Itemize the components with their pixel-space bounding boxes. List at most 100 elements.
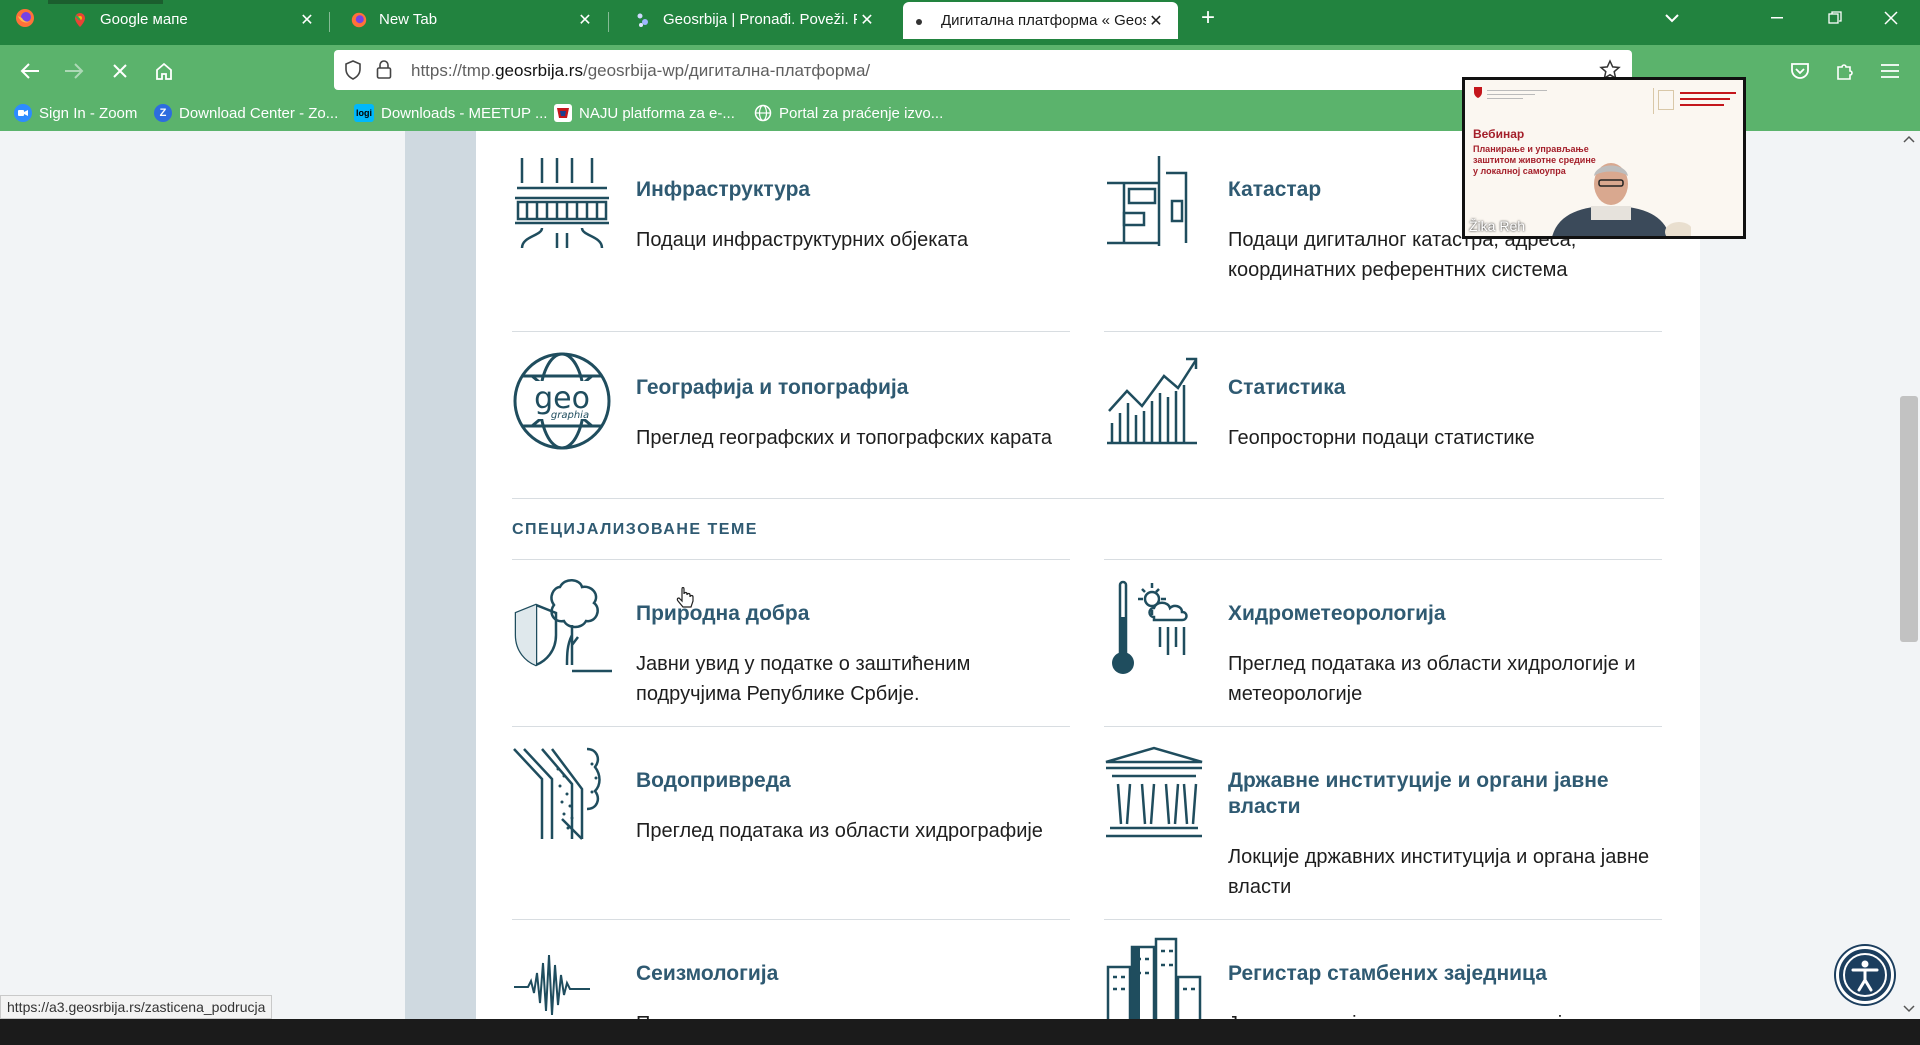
tree-shield-icon xyxy=(514,579,612,673)
card-housing-register[interactable]: Регистар стамбених заједница Јавни увид … xyxy=(1104,937,1664,1019)
card-infrastructure[interactable]: Инфраструктура Подаци инфраструктурних о… xyxy=(512,153,1072,293)
card-state-institutions[interactable]: Државне институције и органи јавне власт… xyxy=(1104,744,1664,914)
scroll-up-arrow-icon[interactable] xyxy=(1903,135,1915,143)
card-title[interactable]: Природна добра xyxy=(636,601,1066,627)
apartment-buildings-icon xyxy=(1106,937,1202,1019)
bookmark-meetup-downloads[interactable]: logi Downloads - MEETUP ... xyxy=(354,104,547,122)
close-window-button[interactable] xyxy=(1866,0,1916,36)
bookmark-portal[interactable]: Portal za praćenje izvo... xyxy=(754,104,943,122)
section-heading: СПЕЦИЈАЛИЗОВАНЕ ТЕМЕ xyxy=(512,521,758,538)
bookmark-zoom-download[interactable]: Z Download Center - Zo... xyxy=(154,104,338,122)
restore-button[interactable] xyxy=(1810,0,1860,36)
list-all-tabs-chevron-icon[interactable] xyxy=(1654,0,1690,36)
tab-geosrbija[interactable]: Geosrbija | Pronađi. Poveži. Prik ✕ xyxy=(625,0,887,39)
institution-building-icon xyxy=(1105,746,1203,838)
new-tab-button[interactable]: + xyxy=(1190,0,1226,36)
hamburger-menu-icon[interactable] xyxy=(1872,53,1908,89)
close-icon[interactable]: ✕ xyxy=(1146,11,1166,31)
card-title[interactable]: Географија и топографија xyxy=(636,375,1066,401)
firefox-menu-icon[interactable] xyxy=(15,8,35,28)
zoom-video-overlay[interactable]: Вебинар Планирање и управљање заштитом ж… xyxy=(1462,77,1746,239)
tab-separator xyxy=(608,12,609,32)
card-description: Подаци сеизмичких хазарда, xyxy=(636,1009,1076,1019)
geo-globe-icon: geo graphia xyxy=(513,352,611,450)
card-title[interactable]: Државне институције и органи јавне власт… xyxy=(1228,768,1658,820)
logi-icon: logi xyxy=(354,104,374,122)
card-title[interactable]: Регистар стамбених заједница xyxy=(1228,961,1658,987)
accessibility-button[interactable] xyxy=(1836,946,1894,1004)
card-hydrometeorology[interactable]: Хидрометеорологија Преглед података из о… xyxy=(1104,577,1664,717)
card-title[interactable]: Статистика xyxy=(1228,375,1658,401)
close-icon[interactable]: ✕ xyxy=(297,10,317,30)
pocket-icon[interactable] xyxy=(1782,53,1818,89)
cadastre-map-icon xyxy=(1107,156,1188,246)
presenter-video xyxy=(1552,163,1691,236)
address-bar[interactable]: https://tmp.geosrbija.rs/geosrbija-wp/ди… xyxy=(334,50,1632,90)
bookmark-label: Portal za praćenje izvo... xyxy=(779,104,944,122)
participant-name: Žika Reh xyxy=(1469,218,1526,234)
card-water-management[interactable]: Водопривреда Преглед података из области… xyxy=(512,744,1072,904)
zoom-icon xyxy=(14,104,32,122)
tab-title: Google мапе xyxy=(100,11,188,28)
slide-title: Вебинар xyxy=(1473,127,1525,141)
card-description: Преглед података из области хидрографије xyxy=(636,820,1043,842)
tab-separator xyxy=(329,12,330,32)
bookmark-label: Sign In - Zoom xyxy=(39,104,138,122)
divider xyxy=(1104,919,1662,920)
os-taskbar xyxy=(0,1019,1920,1045)
close-icon[interactable]: ✕ xyxy=(857,10,877,30)
accessibility-person-icon xyxy=(1843,953,1887,997)
divider xyxy=(512,498,1664,499)
card-title[interactable]: Инфраструктура xyxy=(636,177,1066,203)
back-button[interactable] xyxy=(12,53,48,89)
webinar-slide: Вебинар Планирање и управљање заштитом ж… xyxy=(1465,80,1743,236)
bookmark-zoom-signin[interactable]: Sign In - Zoom xyxy=(14,104,137,122)
statistics-chart-icon xyxy=(1107,357,1198,445)
infrastructure-icon xyxy=(515,158,609,249)
shield-icon[interactable] xyxy=(344,60,362,85)
scroll-down-arrow-icon[interactable] xyxy=(1903,1005,1915,1013)
slide-header-lines xyxy=(1487,88,1547,102)
stop-loading-button[interactable] xyxy=(102,53,138,89)
extensions-puzzle-icon[interactable] xyxy=(1827,53,1863,89)
divider xyxy=(512,559,1070,560)
card-description: Подаци инфраструктурних објеката xyxy=(636,229,969,251)
tab-google-maps[interactable]: Google мапе ✕ xyxy=(62,0,327,39)
tab-title: Дигитална платформа « Geosr xyxy=(941,12,1146,29)
home-button[interactable] xyxy=(146,53,182,89)
card-title[interactable]: Сеизмологија xyxy=(636,961,1066,987)
forward-button[interactable] xyxy=(56,53,92,89)
card-geography[interactable]: geo graphia Географија и топографија Пре… xyxy=(512,351,1072,491)
globe-icon xyxy=(754,104,772,122)
divider xyxy=(1104,559,1662,560)
card-description: Локције државних институција и органа ја… xyxy=(1228,846,1650,898)
card-natural-goods[interactable]: Природна добра Јавни увид у податке о за… xyxy=(512,577,1072,717)
page-viewport: Инфраструктура Подаци инфраструктурних о… xyxy=(0,131,1920,1019)
geo-logo-sub: graphia xyxy=(551,410,589,421)
url-text[interactable]: https://tmp.geosrbija.rs/geosrbija-wp/ди… xyxy=(411,61,870,81)
zoom-z-icon: Z xyxy=(154,104,172,122)
card-description: Јавни увид у јединствену евиденцију xyxy=(1228,1009,1668,1019)
tab-title: Geosrbija | Pronađi. Poveži. Prik xyxy=(663,11,857,28)
bookmark-naju[interactable]: NAJU platforma za e-... xyxy=(554,104,735,122)
bookmark-label: Downloads - MEETUP ... xyxy=(381,104,548,122)
scrollbar-thumb[interactable] xyxy=(1900,396,1918,642)
divider xyxy=(1104,331,1662,332)
geosrbija-icon xyxy=(635,12,651,28)
card-statistics[interactable]: Статистика Геопросторни подаци статистик… xyxy=(1104,351,1664,491)
tab-new-tab[interactable]: New Tab ✕ xyxy=(341,0,605,39)
tab-digital-platform[interactable]: Дигитална платформа « Geosr ✕ xyxy=(903,2,1178,39)
coat-of-arms-icon xyxy=(1474,87,1482,98)
firefox-icon xyxy=(351,12,367,28)
left-side-panel xyxy=(405,131,476,1019)
card-title[interactable]: Водопривреда xyxy=(636,768,1066,794)
close-icon[interactable]: ✕ xyxy=(575,10,595,30)
dot-icon xyxy=(915,13,923,29)
bookmark-label: NAJU platforma za e-... xyxy=(579,104,735,122)
card-seismology[interactable]: Сеизмологија Подаци сеизмичких хазарда, xyxy=(512,937,1072,1019)
divider xyxy=(512,331,1070,332)
card-title[interactable]: Хидрометеорологија xyxy=(1228,601,1658,627)
lock-icon[interactable] xyxy=(376,60,392,85)
card-description: Преглед географских и топографских карат… xyxy=(636,427,1053,449)
minimize-button[interactable] xyxy=(1752,0,1802,36)
